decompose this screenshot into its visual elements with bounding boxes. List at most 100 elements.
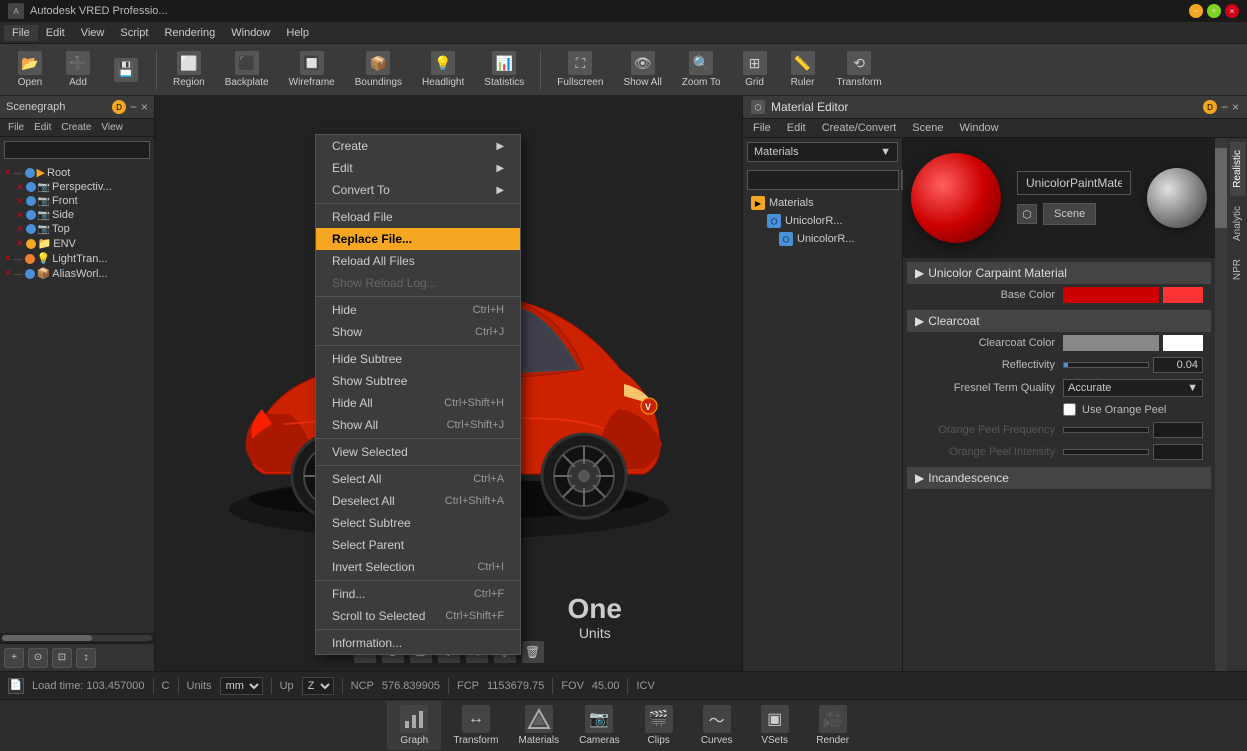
zoomto-button[interactable]: 🔍 Zoom To xyxy=(674,47,729,92)
me-menu-create-convert[interactable]: Create/Convert xyxy=(816,121,903,135)
maximize-button[interactable]: + xyxy=(1207,4,1221,18)
base-color-swatch[interactable] xyxy=(1163,287,1203,303)
me-name-input[interactable] xyxy=(1017,171,1131,195)
me-minimize-icon[interactable]: − xyxy=(1221,100,1228,114)
clearcoat-color-bar[interactable] xyxy=(1063,335,1159,351)
bt-clips[interactable]: 🎬 Clips xyxy=(632,701,686,750)
sg-add-btn[interactable]: + xyxy=(4,648,24,668)
menu-select-all[interactable]: Select All Ctrl+A xyxy=(316,468,520,490)
me-tree-unicolor1[interactable]: ⬡ UnicolorR... xyxy=(743,212,902,230)
bt-materials[interactable]: Materials xyxy=(511,701,568,750)
add-button[interactable]: ➕ Add xyxy=(56,47,100,92)
menu-rendering[interactable]: Rendering xyxy=(156,25,223,41)
me-tab-analytic[interactable]: Analytic xyxy=(1230,198,1245,249)
me-menu-scene[interactable]: Scene xyxy=(906,121,949,135)
menu-invert-selection[interactable]: Invert Selection Ctrl+I xyxy=(316,556,520,578)
reflectivity-input[interactable] xyxy=(1153,357,1203,373)
alias-x-btn[interactable]: ✕ xyxy=(4,268,12,279)
tree-item-top[interactable]: ✕ 📷 Top xyxy=(0,222,154,236)
menu-find[interactable]: Find... Ctrl+F xyxy=(316,583,520,605)
tree-item-perspective[interactable]: ✕ 📷 Perspectiv... xyxy=(0,180,154,194)
me-menu-window[interactable]: Window xyxy=(954,121,1005,135)
sg-scrollbar[interactable] xyxy=(0,633,154,643)
search-input[interactable] xyxy=(4,141,150,159)
me-close-icon[interactable]: × xyxy=(1232,100,1239,114)
status-units-select[interactable]: mm cm m xyxy=(220,677,263,695)
me-scene-button[interactable]: Scene xyxy=(1043,203,1096,225)
me-tab-realistic[interactable]: Realistic xyxy=(1230,142,1245,196)
use-orange-peel-checkbox[interactable] xyxy=(1063,403,1076,416)
wireframe-button[interactable]: 🔲 Wireframe xyxy=(281,47,343,92)
tree-item-alias[interactable]: ✕ — 📦 AliasWorl... xyxy=(0,266,154,281)
showall-button[interactable]: 👁 Show All xyxy=(615,47,669,92)
front-x-btn[interactable]: ✕ xyxy=(16,196,24,207)
open-button[interactable]: 📂 Open xyxy=(8,47,52,92)
menu-window[interactable]: Window xyxy=(223,25,278,41)
menu-scroll-to-selected[interactable]: Scroll to Selected Ctrl+Shift+F xyxy=(316,605,520,627)
tree-item-side[interactable]: ✕ 📷 Side xyxy=(0,208,154,222)
env-x-btn[interactable]: ✕ xyxy=(16,238,24,249)
top-x-btn[interactable]: ✕ xyxy=(16,224,24,235)
side-x-btn[interactable]: ✕ xyxy=(16,210,24,221)
sg-menu-file[interactable]: File xyxy=(4,121,28,134)
persp-x-btn[interactable]: ✕ xyxy=(16,182,24,193)
me-link-btn[interactable]: ⬡ xyxy=(1017,204,1037,224)
bt-curves[interactable]: 〜 Curves xyxy=(690,701,744,750)
menu-show-subtree[interactable]: Show Subtree xyxy=(316,370,520,392)
menu-edit-item[interactable]: Edit ▶ xyxy=(316,157,520,179)
bt-transform[interactable]: ↔ Transform xyxy=(445,701,506,750)
bt-vsets[interactable]: ▣ VSets xyxy=(748,701,802,750)
clearcoat-section-header[interactable]: ▶ Clearcoat xyxy=(907,310,1211,332)
reflectivity-track[interactable] xyxy=(1063,362,1149,368)
me-scroll-thumb[interactable] xyxy=(1215,148,1227,228)
bt-graph[interactable]: Graph xyxy=(387,701,441,750)
minimize-button[interactable]: − xyxy=(1189,4,1203,18)
file-context-menu[interactable]: Create ▶ Edit ▶ Convert To ▶ Reload File xyxy=(315,134,521,655)
sg-transform-btn[interactable]: ↕ xyxy=(76,648,96,668)
menu-show-all[interactable]: Show All Ctrl+Shift+J xyxy=(316,414,520,436)
bt-cameras[interactable]: 📷 Cameras xyxy=(571,701,628,750)
menu-deselect-all[interactable]: Deselect All Ctrl+Shift+A xyxy=(316,490,520,512)
me-search-input[interactable] xyxy=(747,170,899,190)
base-color-bar[interactable] xyxy=(1063,287,1159,303)
menu-hide[interactable]: Hide Ctrl+H xyxy=(316,299,520,321)
boundings-button[interactable]: 📦 Boundings xyxy=(347,47,410,92)
tree-item-front[interactable]: ✕ 📷 Front xyxy=(0,194,154,208)
menu-show[interactable]: Show Ctrl+J xyxy=(316,321,520,343)
menu-hide-subtree[interactable]: Hide Subtree xyxy=(316,348,520,370)
menu-information[interactable]: Information... xyxy=(316,632,520,654)
sg-scroll-track[interactable] xyxy=(2,635,152,641)
light-x-btn[interactable]: ✕ xyxy=(4,253,12,264)
menu-view[interactable]: View xyxy=(73,25,113,41)
menu-select-subtree[interactable]: Select Subtree xyxy=(316,512,520,534)
incandescence-section-header[interactable]: ▶ Incandescence xyxy=(907,467,1211,489)
menu-reload-all[interactable]: Reload All Files xyxy=(316,250,520,272)
sg-menu-edit[interactable]: Edit xyxy=(30,121,55,134)
sg-menu-view[interactable]: View xyxy=(97,121,127,134)
me-menu-file[interactable]: File xyxy=(747,121,777,135)
menu-script[interactable]: Script xyxy=(112,25,156,41)
menu-help[interactable]: Help xyxy=(278,25,317,41)
headlight-button[interactable]: 💡 Headlight xyxy=(414,47,472,92)
status-up-select[interactable]: Z Y xyxy=(302,677,334,695)
me-menu-edit[interactable]: Edit xyxy=(781,121,812,135)
sg-menu-create[interactable]: Create xyxy=(57,121,95,134)
sg-link-btn[interactable]: ⊡ xyxy=(52,648,72,668)
me-tree-unicolor2[interactable]: ⬡ UnicolorR... xyxy=(743,230,902,248)
sg-dots-btn[interactable]: ⊙ xyxy=(28,648,48,668)
menu-view-selected[interactable]: View Selected xyxy=(316,441,520,463)
root-x-btn[interactable]: ✕ xyxy=(4,167,12,178)
sg-minimize-icon[interactable]: − xyxy=(130,100,137,114)
fresnel-dropdown[interactable]: Accurate ▼ xyxy=(1063,379,1203,397)
menu-create[interactable]: Create ▶ xyxy=(316,135,520,157)
bt-render[interactable]: 🎥 Render xyxy=(806,701,860,750)
me-library-dropdown[interactable]: Materials ▼ xyxy=(747,142,898,162)
tree-item-lighttran[interactable]: ✕ — 💡 LightTran... xyxy=(0,251,154,266)
sg-scroll-thumb[interactable] xyxy=(2,635,92,641)
carpaint-section-header[interactable]: ▶ Unicolor Carpaint Material xyxy=(907,262,1211,284)
transform-button[interactable]: ⟲ Transform xyxy=(829,47,890,92)
menu-edit[interactable]: Edit xyxy=(38,25,73,41)
menu-reload-file[interactable]: Reload File xyxy=(316,206,520,228)
grid-button[interactable]: ⊞ Grid xyxy=(733,47,777,92)
menu-convert-to[interactable]: Convert To ▶ xyxy=(316,179,520,201)
